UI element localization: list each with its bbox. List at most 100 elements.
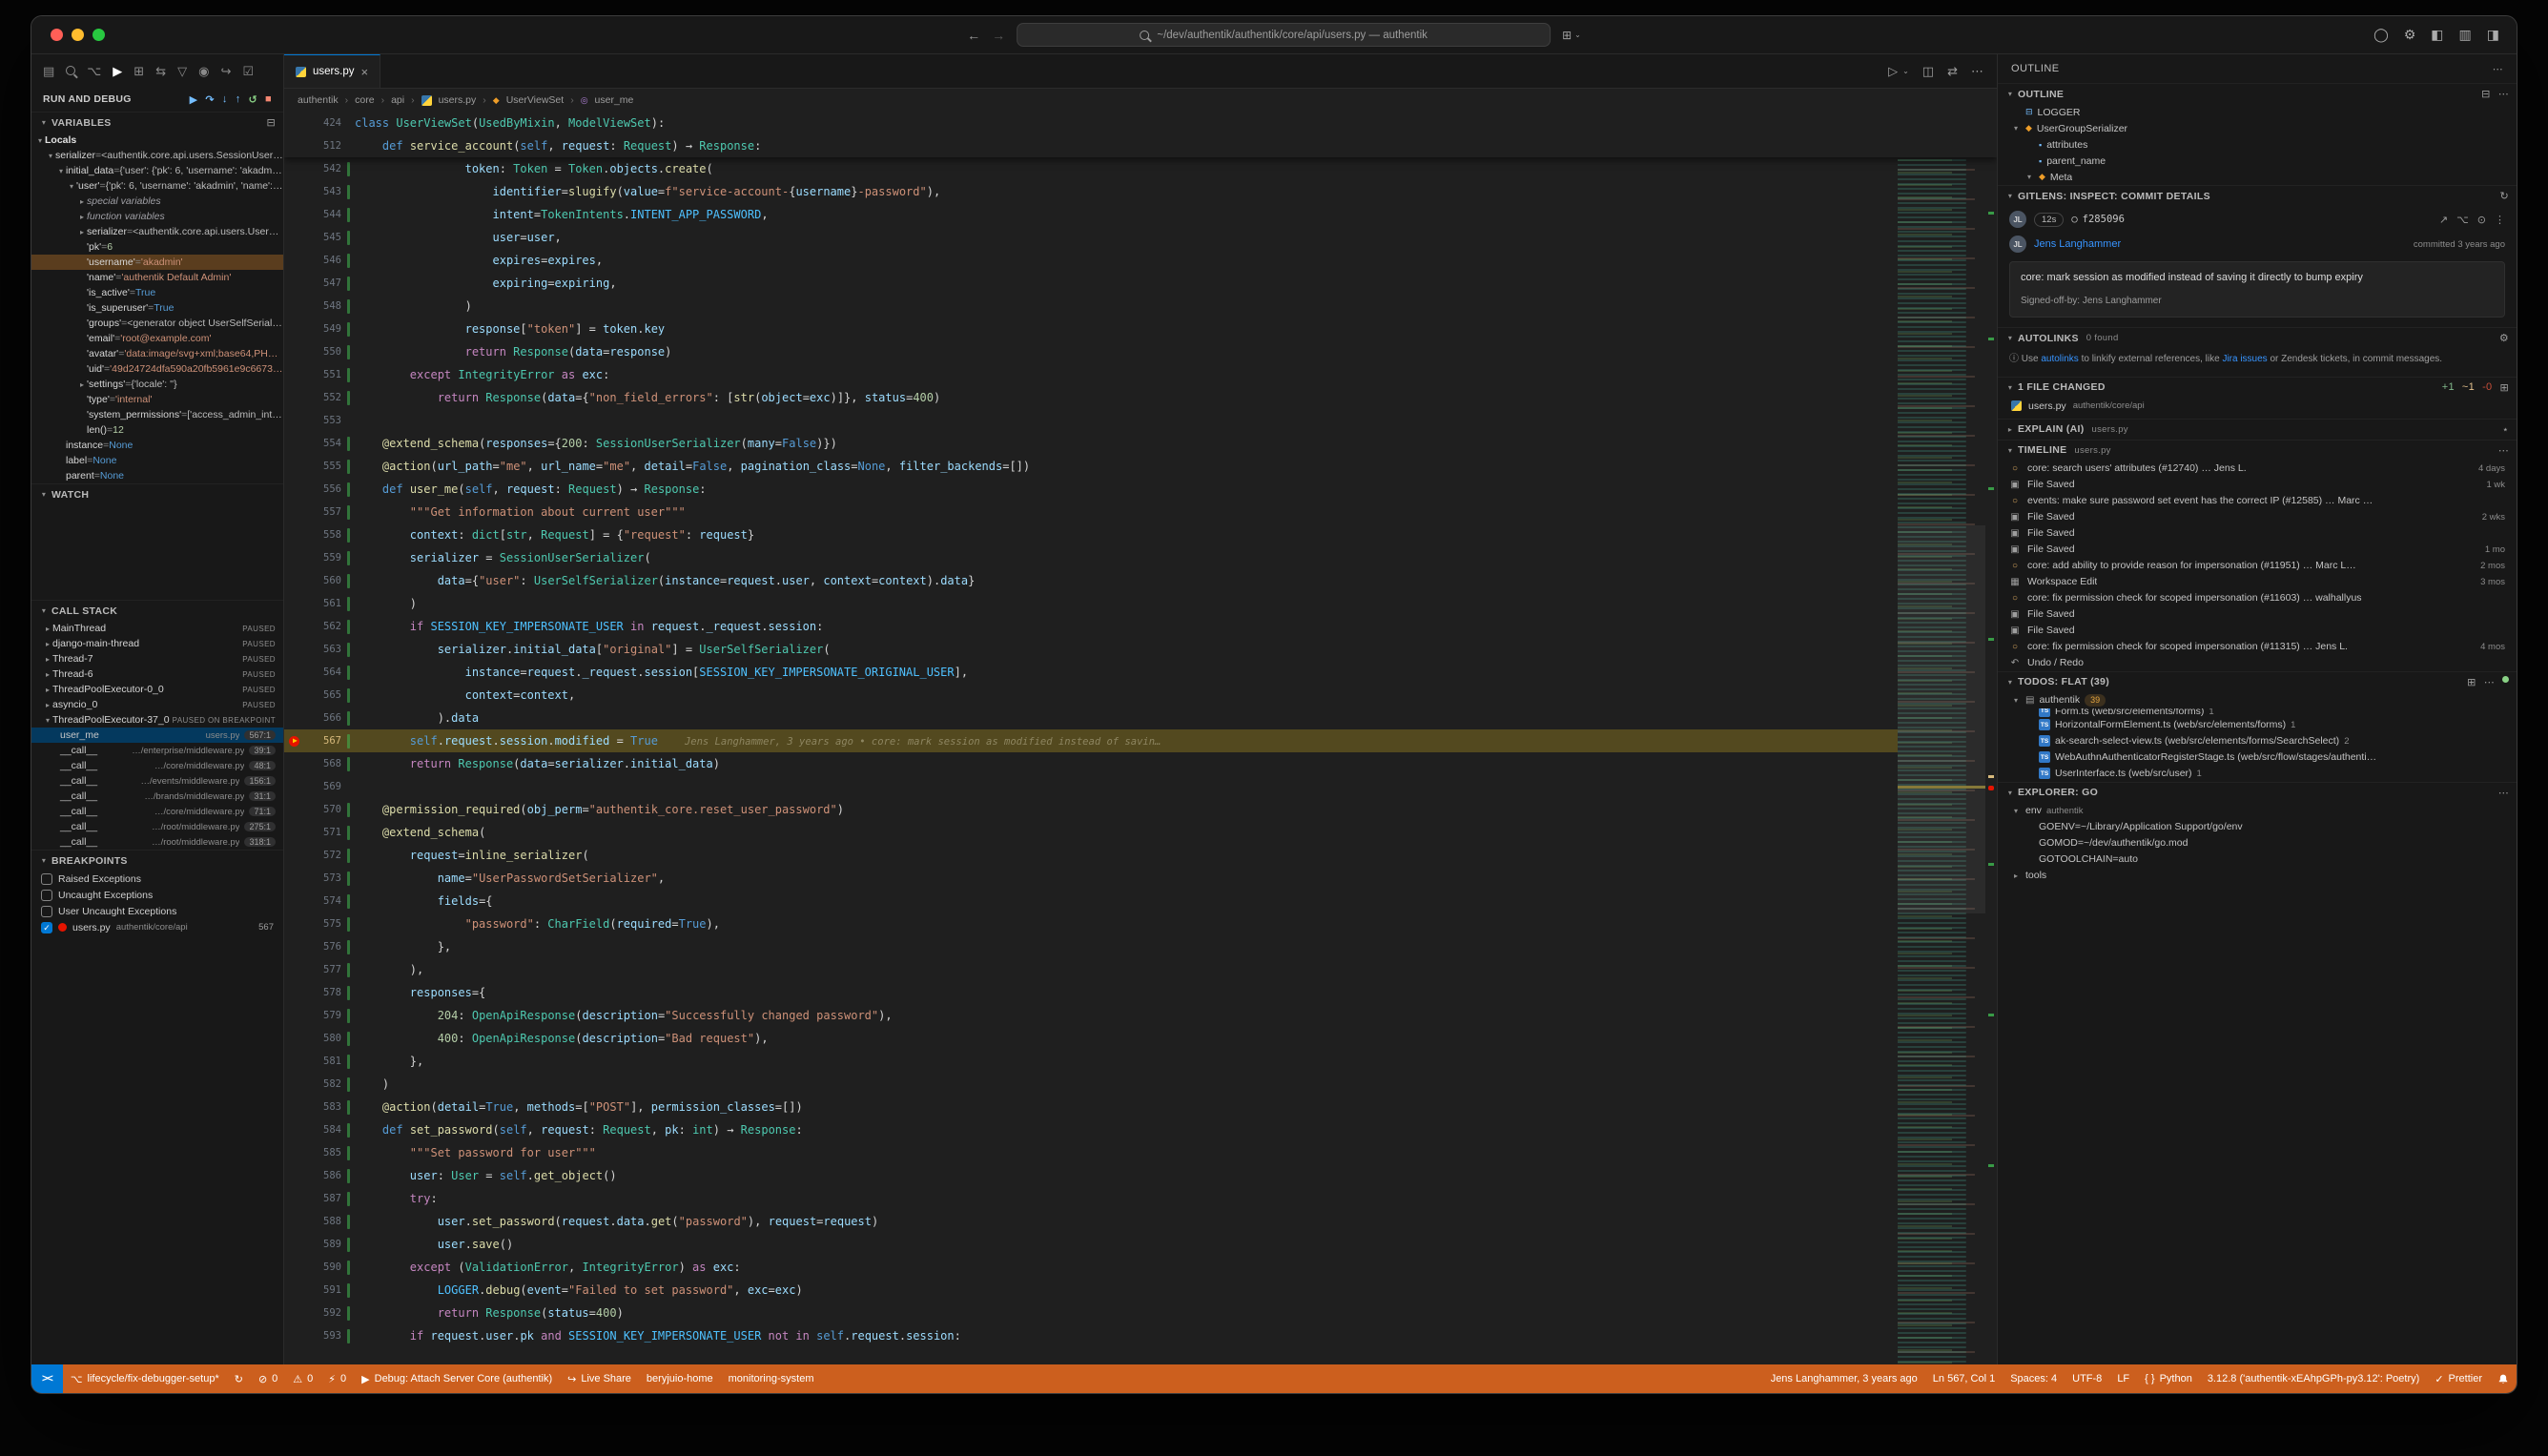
variable-row[interactable]: len() = 12 [31, 422, 283, 438]
settings-gear-icon[interactable]: ⚙ [2404, 27, 2416, 43]
code-text[interactable]: context: dict[str, Request] = {"request"… [355, 523, 1997, 546]
collapse-all-icon[interactable]: ⊟ [2481, 88, 2491, 100]
call-stack-section-header[interactable]: ▾ CALL STACK [31, 600, 283, 621]
gutter-breakpoint-area[interactable] [284, 180, 307, 203]
code-text[interactable]: name="UserPasswordSetSerializer", [355, 867, 1997, 890]
explorer-go-section-header[interactable]: ▾ EXPLORER: GO ⋯ [1998, 782, 2517, 803]
line-number[interactable]: 593 [307, 1324, 341, 1347]
gutter-breakpoint-area[interactable] [284, 821, 307, 844]
autolinks-section-header[interactable]: ▾ AUTOLINKS 0 found ⚙ [1998, 327, 2517, 348]
debug-status[interactable]: ▶Debug: Attach Server Core (authentik) [354, 1364, 560, 1393]
line-number[interactable]: 562 [307, 615, 341, 638]
gutter-breakpoint-area[interactable] [284, 295, 307, 318]
line-number[interactable]: 571 [307, 821, 341, 844]
run-python-file-icon[interactable]: ▷ [1888, 64, 1898, 79]
navigate-forward-icon[interactable]: → [992, 28, 1005, 43]
line-number[interactable]: 545 [307, 226, 341, 249]
code-text[interactable]: response["token"] = token.key [355, 318, 1997, 340]
code-text[interactable]: def set_password(self, request: Request,… [355, 1118, 1997, 1141]
stack-frame-row[interactable]: __call__…/root/middleware.py275:1 [31, 819, 283, 834]
variable-row[interactable]: ▸serializer = <authentik.core.api.users.… [31, 224, 283, 239]
minimap[interactable] [1898, 112, 1985, 1364]
step-into-icon[interactable]: ↓ [222, 93, 228, 106]
gutter-breakpoint-area[interactable] [284, 935, 307, 958]
code-text[interactable]: """Set password for user""" [355, 1141, 1997, 1164]
zoom-window-button[interactable] [92, 29, 105, 41]
timeline-item[interactable]: ▣File Saved2 wks [1998, 509, 2517, 525]
code-text[interactable]: if SESSION_KEY_IMPERSONATE_USER in reque… [355, 615, 1997, 638]
line-number[interactable]: 544 [307, 203, 341, 226]
line-number[interactable]: 592 [307, 1302, 341, 1324]
variable-row[interactable]: 'email' = 'root@example.com' [31, 331, 283, 346]
todo-row[interactable]: ▾▤authentik39 [1998, 692, 2517, 708]
continue-icon[interactable]: ▶ [190, 93, 198, 106]
gutter-breakpoint-area[interactable] [284, 592, 307, 615]
code-text[interactable]: self.request.session.modified = TrueJens… [355, 729, 1997, 752]
more-actions-icon[interactable]: ⋯ [2493, 63, 2503, 75]
gutter-breakpoint-area[interactable] [284, 340, 307, 363]
command-center-search[interactable]: ~/dev/authentik/authentik/core/api/users… [1017, 23, 1551, 47]
more-actions-icon[interactable]: ⋯ [1971, 64, 1983, 79]
code-editor[interactable]: 424class UserViewSet(UsedByMixin, ModelV… [284, 112, 1997, 1364]
indentation[interactable]: Spaces: 4 [2003, 1364, 2065, 1393]
search-icon[interactable] [66, 66, 75, 75]
gutter-breakpoint-area[interactable] [284, 844, 307, 867]
line-number[interactable]: 575 [307, 913, 341, 935]
code-text[interactable]: @permission_required(obj_perm="authentik… [355, 798, 1997, 821]
live-share-icon[interactable]: ↪ [220, 65, 231, 77]
gutter-breakpoint-area[interactable] [284, 1141, 307, 1164]
minimize-window-button[interactable] [72, 29, 84, 41]
line-number[interactable]: 591 [307, 1279, 341, 1302]
line-number[interactable]: 587 [307, 1187, 341, 1210]
prettier[interactable]: ✓Prettier [2427, 1364, 2490, 1393]
accounts-icon[interactable]: ◯ [2373, 27, 2389, 43]
code-text[interactable]: context=context, [355, 684, 1997, 707]
scm-icon[interactable]: ⌥ [87, 65, 101, 77]
gutter-breakpoint-area[interactable] [284, 1096, 307, 1118]
explorer-go-row[interactable]: GOTOOLCHAIN=auto [1998, 851, 2517, 868]
line-number[interactable]: 547 [307, 272, 341, 295]
code-text[interactable]: LOGGER.debug(event="Failed to set passwo… [355, 1279, 1997, 1302]
stack-frame-row[interactable]: __call__…/core/middleware.py71:1 [31, 804, 283, 819]
gutter-breakpoint-area[interactable] [284, 112, 307, 134]
open-in-graph-icon[interactable]: ↗ [2439, 214, 2448, 226]
thread-row[interactable]: ▸ThreadPoolExecutor-0_0PAUSED [31, 682, 283, 697]
code-text[interactable]: }, [355, 1050, 1997, 1073]
breadcrumb-item[interactable]: users.py [439, 94, 477, 106]
autolink-link[interactable]: autolinks [2041, 354, 2078, 364]
code-text[interactable]: request=inline_serializer( [355, 844, 1997, 867]
split-editor-icon[interactable]: ◫ [1922, 64, 1934, 79]
stop-icon[interactable]: ■ [265, 93, 272, 106]
gutter-breakpoint-area[interactable] [284, 272, 307, 295]
explorer-go-row[interactable]: ▸tools [1998, 868, 2517, 884]
code-text[interactable]: @action(url_path="me", url_name="me", de… [355, 455, 1997, 478]
line-number[interactable]: 548 [307, 295, 341, 318]
variables-section-header[interactable]: ▾ VARIABLES ⊟ [31, 112, 283, 133]
gutter-breakpoint-area[interactable] [284, 432, 307, 455]
line-number[interactable]: 559 [307, 546, 341, 569]
line-number[interactable]: 584 [307, 1118, 341, 1141]
gutter-breakpoint-area[interactable] [284, 707, 307, 729]
todos-section-header[interactable]: ▾ TODOS: FLAT (39) ⊞⋯ [1998, 671, 2517, 692]
variable-row[interactable]: instance = None [31, 438, 283, 453]
run-options-caret-icon[interactable]: ⌄ [1902, 67, 1909, 75]
gutter-breakpoint-area[interactable] [284, 1210, 307, 1233]
gitlens-section-header[interactable]: ▾ GITLENS: INSPECT: COMMIT DETAILS ↻ [1998, 185, 2517, 206]
code-text[interactable]: return Response(status=400) [355, 1302, 1997, 1324]
variable-row[interactable]: 'system_permissions' = ['access_admin_in… [31, 407, 283, 422]
stack-frame-row[interactable]: user_meusers.py567:1 [31, 728, 283, 743]
variable-row[interactable]: 'type' = 'internal' [31, 392, 283, 407]
toggle-secondary-sidebar-icon[interactable]: ◨ [2487, 27, 2499, 43]
todo-tree-icon[interactable]: ☑ [242, 65, 254, 77]
notifications-bell[interactable] [2490, 1364, 2517, 1393]
commit-sha[interactable]: ○ f285096 [2071, 214, 2125, 225]
code-text[interactable]: ), [355, 958, 1997, 981]
code-text[interactable]: identifier=slugify(value=f"service-accou… [355, 180, 1997, 203]
line-number[interactable]: 590 [307, 1256, 341, 1279]
ports[interactable]: ⚡0 [320, 1364, 354, 1393]
code-text[interactable]: return Response(data=serializer.initial_… [355, 752, 1997, 775]
changed-file-row[interactable]: users.py authentik/core/api [1998, 398, 2517, 419]
variable-row[interactable]: ▸function variables [31, 209, 283, 224]
timeline-item[interactable]: ○core: search users' attributes (#12740)… [1998, 461, 2517, 477]
close-tab-icon[interactable]: × [360, 65, 368, 79]
